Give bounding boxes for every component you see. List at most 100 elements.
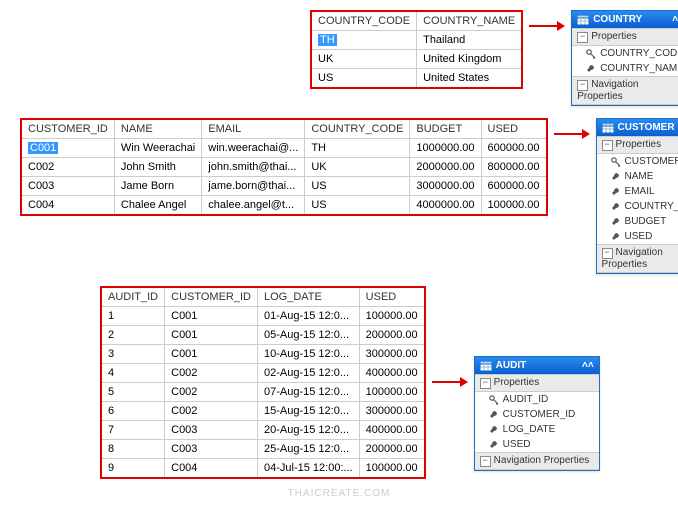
schema-property[interactable]: COUNTRY_CODE — [597, 199, 678, 214]
cell[interactable]: 25-Aug-15 12:0... — [258, 440, 360, 459]
column-header[interactable]: COUNTRY_CODE — [305, 119, 410, 139]
table-row[interactable]: C004Chalee Angelchalee.angel@t...US40000… — [21, 196, 547, 216]
table-row[interactable]: C002John Smithjohn.smith@thai...UK200000… — [21, 158, 547, 177]
cell[interactable]: john.smith@thai... — [202, 158, 305, 177]
cell[interactable]: UK — [311, 50, 417, 69]
section-properties[interactable]: −Properties — [597, 136, 678, 154]
section-navigation-properties[interactable]: −Navigation Properties — [572, 76, 678, 105]
cell[interactable]: 7 — [101, 421, 165, 440]
cell[interactable]: win.weerachai@... — [202, 139, 305, 158]
table-row[interactable]: 1C00101-Aug-15 12:0...100000.00 — [101, 307, 425, 326]
table-row[interactable]: THThailand — [311, 31, 522, 50]
table-row[interactable]: 3C00110-Aug-15 12:0...300000.00 — [101, 345, 425, 364]
cell[interactable]: 05-Aug-15 12:0... — [258, 326, 360, 345]
cell[interactable]: TH — [311, 31, 417, 50]
schema-header[interactable]: CUSTOMER ˄˄ — [597, 119, 678, 136]
cell[interactable]: Win Weerachai — [114, 139, 201, 158]
cell[interactable]: 300000.00 — [359, 345, 425, 364]
column-header[interactable]: EMAIL — [202, 119, 305, 139]
cell[interactable]: 4 — [101, 364, 165, 383]
section-navigation-properties[interactable]: −Navigation Properties — [475, 452, 599, 470]
cell[interactable]: 3 — [101, 345, 165, 364]
cell[interactable]: C003 — [165, 421, 258, 440]
cell[interactable]: 1000000.00 — [410, 139, 481, 158]
section-properties[interactable]: −Properties — [475, 374, 599, 392]
table-row[interactable]: 5C00207-Aug-15 12:0...100000.00 — [101, 383, 425, 402]
country-table[interactable]: COUNTRY_CODECOUNTRY_NAMETHThailandUKUnit… — [310, 10, 523, 89]
cell[interactable]: Thailand — [417, 31, 523, 50]
cell[interactable]: John Smith — [114, 158, 201, 177]
cell[interactable]: chalee.angel@t... — [202, 196, 305, 216]
cell[interactable]: C004 — [21, 196, 114, 216]
cell[interactable]: 01-Aug-15 12:0... — [258, 307, 360, 326]
cell[interactable]: TH — [305, 139, 410, 158]
cell[interactable]: 100000.00 — [359, 459, 425, 479]
table-row[interactable]: 4C00202-Aug-15 12:0...400000.00 — [101, 364, 425, 383]
cell[interactable]: United Kingdom — [417, 50, 523, 69]
cell[interactable]: US — [305, 177, 410, 196]
cell[interactable]: 200000.00 — [359, 440, 425, 459]
section-navigation-properties[interactable]: −Navigation Properties — [597, 244, 678, 273]
chevron-up-icon[interactable]: ˄˄ — [672, 14, 678, 25]
cell[interactable]: C002 — [21, 158, 114, 177]
cell[interactable]: US — [305, 196, 410, 216]
cell[interactable]: 10-Aug-15 12:0... — [258, 345, 360, 364]
cell[interactable]: 04-Jul-15 12:00:... — [258, 459, 360, 479]
column-header[interactable]: USED — [359, 287, 425, 307]
cell[interactable]: United States — [417, 69, 523, 89]
cell[interactable]: Jame Born — [114, 177, 201, 196]
cell[interactable]: Chalee Angel — [114, 196, 201, 216]
schema-property[interactable]: EMAIL — [597, 184, 678, 199]
table-row[interactable]: C001Win Weerachaiwin.weerachai@...TH1000… — [21, 139, 547, 158]
schema-header[interactable]: AUDIT ˄˄ — [475, 357, 599, 374]
cell[interactable]: 100000.00 — [481, 196, 547, 216]
cell[interactable]: C003 — [165, 440, 258, 459]
cell[interactable]: 800000.00 — [481, 158, 547, 177]
chevron-up-icon[interactable]: ˄˄ — [582, 360, 594, 371]
schema-property[interactable]: CUSTOMER_ID — [475, 407, 599, 422]
column-header[interactable]: NAME — [114, 119, 201, 139]
cell[interactable]: 400000.00 — [359, 421, 425, 440]
cell[interactable]: C002 — [165, 383, 258, 402]
cell[interactable]: 100000.00 — [359, 383, 425, 402]
schema-property[interactable]: LOG_DATE — [475, 422, 599, 437]
cell[interactable]: 300000.00 — [359, 402, 425, 421]
schema-country[interactable]: COUNTRY ˄˄ −PropertiesCOUNTRY_CODECOUNTR… — [571, 10, 678, 106]
cell[interactable]: 02-Aug-15 12:0... — [258, 364, 360, 383]
column-header[interactable]: CUSTOMER_ID — [165, 287, 258, 307]
cell[interactable]: 15-Aug-15 12:0... — [258, 402, 360, 421]
schema-property[interactable]: COUNTRY_NAME — [572, 61, 678, 76]
cell[interactable]: 6 — [101, 402, 165, 421]
table-row[interactable]: 7C00320-Aug-15 12:0...400000.00 — [101, 421, 425, 440]
column-header[interactable]: USED — [481, 119, 547, 139]
cell[interactable]: 600000.00 — [481, 177, 547, 196]
table-row[interactable]: 2C00105-Aug-15 12:0...200000.00 — [101, 326, 425, 345]
column-header[interactable]: BUDGET — [410, 119, 481, 139]
column-header[interactable]: COUNTRY_NAME — [417, 11, 523, 31]
schema-header[interactable]: COUNTRY ˄˄ — [572, 11, 678, 28]
schema-property[interactable]: NAME — [597, 169, 678, 184]
cell[interactable]: 600000.00 — [481, 139, 547, 158]
cell[interactable]: 07-Aug-15 12:0... — [258, 383, 360, 402]
column-header[interactable]: AUDIT_ID — [101, 287, 165, 307]
cell[interactable]: 200000.00 — [359, 326, 425, 345]
table-row[interactable]: 6C00215-Aug-15 12:0...300000.00 — [101, 402, 425, 421]
cell[interactable]: 9 — [101, 459, 165, 479]
cell[interactable]: 5 — [101, 383, 165, 402]
table-row[interactable]: 8C00325-Aug-15 12:0...200000.00 — [101, 440, 425, 459]
cell[interactable]: 3000000.00 — [410, 177, 481, 196]
schema-audit[interactable]: AUDIT ˄˄ −PropertiesAUDIT_IDCUSTOMER_IDL… — [474, 356, 600, 471]
cell[interactable]: UK — [305, 158, 410, 177]
cell[interactable]: 100000.00 — [359, 307, 425, 326]
column-header[interactable]: LOG_DATE — [258, 287, 360, 307]
schema-property[interactable]: CUSTOMER_ID — [597, 154, 678, 169]
schema-property[interactable]: COUNTRY_CODE — [572, 46, 678, 61]
schema-property[interactable]: USED — [475, 437, 599, 452]
cell[interactable]: 2000000.00 — [410, 158, 481, 177]
cell[interactable]: US — [311, 69, 417, 89]
schema-property[interactable]: AUDIT_ID — [475, 392, 599, 407]
schema-property[interactable]: USED — [597, 229, 678, 244]
customer-table[interactable]: CUSTOMER_IDNAMEEMAILCOUNTRY_CODEBUDGETUS… — [20, 118, 548, 216]
cell[interactable]: 1 — [101, 307, 165, 326]
cell[interactable]: 2 — [101, 326, 165, 345]
